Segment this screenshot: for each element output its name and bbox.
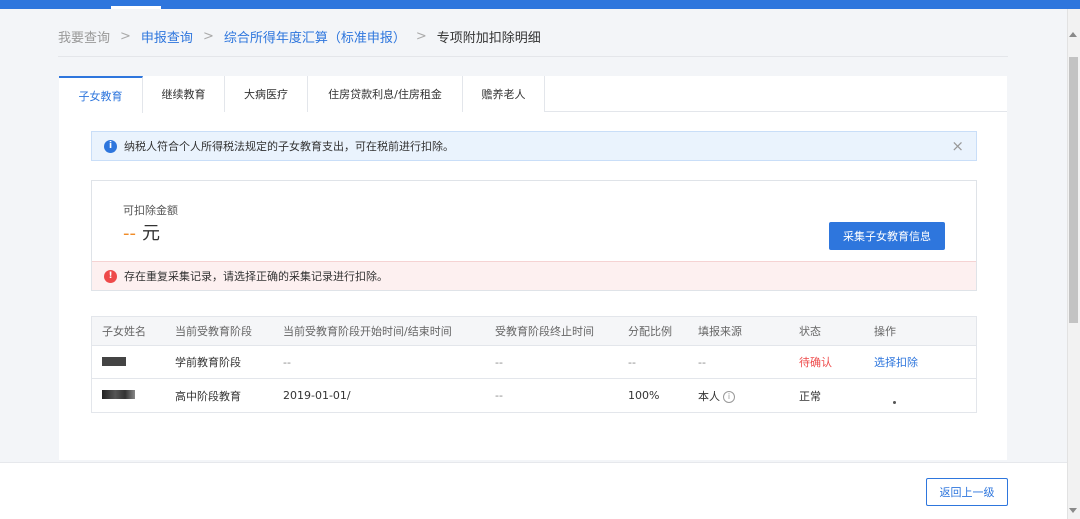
chevron-right-icon: >: [415, 28, 427, 44]
breadcrumb-item-declaration-query[interactable]: 申报查询: [141, 27, 193, 46]
breadcrumb: 我要查询 > 申报查询 > 综合所得年度汇算（标准申报） > 专项附加扣除明细: [58, 26, 541, 46]
scroll-down-arrow-icon[interactable]: [1069, 508, 1077, 513]
collect-child-education-button[interactable]: 采集子女教育信息: [829, 222, 945, 250]
col-source: 填报来源: [698, 325, 742, 338]
stage-period: --: [283, 355, 291, 369]
breadcrumb-divider: [58, 56, 1008, 57]
breadcrumb-item-annual-settlement[interactable]: 综合所得年度汇算（标准申报）: [224, 27, 406, 46]
top-nav-bar: [0, 0, 1080, 9]
col-stage-end: 受教育阶段终止时间: [495, 325, 594, 338]
scroll-up-arrow-icon[interactable]: [1069, 32, 1077, 37]
tab-child-education[interactable]: 子女教育: [59, 76, 143, 113]
tab-continuing-education[interactable]: 继续教育: [143, 76, 225, 112]
current-stage: 高中阶段教育: [175, 389, 241, 403]
deductible-amount-panel: 可扣除金额 -- 元 采集子女教育信息 ! 存在重复采集记录，请选择正确的采集记录…: [91, 180, 977, 291]
status-badge: 正常: [799, 389, 821, 403]
col-status: 状态: [799, 325, 821, 338]
deduction-detail-card: 子女教育 继续教育 大病医疗 住房贷款利息/住房租金 赡养老人 i 纳税人符合个…: [59, 76, 1007, 460]
active-nav-indicator: [111, 6, 161, 9]
table-row: 学前教育阶段 -- -- -- -- 待确认 选择扣除: [92, 346, 976, 379]
status-badge: 待确认: [799, 356, 832, 369]
col-stage-period: 当前受教育阶段开始时间/结束时间: [283, 325, 452, 338]
col-child-name: 子女姓名: [102, 325, 146, 338]
col-current-stage: 当前受教育阶段: [175, 325, 252, 338]
breadcrumb-item-current: 专项附加扣除明细: [436, 30, 541, 46]
deduction-tabs: 子女教育 继续教育 大病医疗 住房贷款利息/住房租金 赡养老人: [59, 76, 1007, 113]
table-header: 子女姓名 当前受教育阶段 当前受教育阶段开始时间/结束时间 受教育阶段终止时间 …: [92, 317, 976, 346]
stage-end: --: [495, 355, 503, 369]
source: 本人 i: [698, 388, 735, 404]
info-notice-text: 纳税人符合个人所得税法规定的子女教育支出，可在税前进行扣除。: [124, 140, 454, 153]
tab-elderly-support[interactable]: 赡养老人: [463, 76, 545, 112]
deductible-amount-value: -- 元: [123, 219, 160, 245]
source: --: [698, 355, 706, 369]
stage-end: --: [495, 389, 503, 402]
select-deduction-link[interactable]: 选择扣除: [874, 354, 918, 370]
table-row: 高中阶段教育 2019-01-01/ -- 100% 本人 i 正常: [92, 379, 976, 412]
page-footer: 返回上一级: [0, 462, 1067, 519]
warning-text: 存在重复采集记录，请选择正确的采集记录进行扣除。: [124, 270, 388, 283]
vertical-scrollbar[interactable]: [1067, 9, 1080, 519]
duplicate-warning: ! 存在重复采集记录，请选择正确的采集记录进行扣除。: [92, 261, 976, 290]
info-icon: i: [104, 139, 117, 153]
info-circle-icon[interactable]: i: [723, 390, 735, 403]
amount-number: --: [123, 223, 136, 244]
breadcrumb-item-query[interactable]: 我要查询: [58, 27, 110, 46]
chevron-right-icon: >: [120, 28, 131, 44]
source-label: 本人: [698, 389, 720, 403]
col-ratio: 分配比例: [628, 325, 672, 338]
close-icon[interactable]: ×: [951, 138, 964, 154]
amount-unit: 元: [142, 223, 160, 244]
child-name-redacted: [102, 356, 126, 369]
tab-serious-illness[interactable]: 大病医疗: [225, 76, 308, 112]
stage-period: 2019-01-01/: [283, 389, 351, 402]
info-notice: i 纳税人符合个人所得税法规定的子女教育支出，可在税前进行扣除。 ×: [91, 131, 977, 161]
col-action: 操作: [874, 325, 896, 338]
scrollbar-thumb[interactable]: [1069, 57, 1078, 323]
back-button[interactable]: 返回上一级: [926, 478, 1008, 506]
warning-icon: !: [104, 269, 117, 283]
tab-housing-loan-rent[interactable]: 住房贷款利息/住房租金: [308, 76, 463, 112]
ratio: 100%: [628, 389, 660, 402]
child-name-redacted: [102, 389, 135, 402]
ratio: --: [628, 355, 636, 369]
chevron-right-icon: >: [202, 28, 214, 44]
child-education-table: 子女姓名 当前受教育阶段 当前受教育阶段开始时间/结束时间 受教育阶段终止时间 …: [91, 316, 977, 413]
action-dot-icon: [893, 401, 896, 404]
deductible-amount-label: 可扣除金额: [123, 204, 178, 217]
current-stage: 学前教育阶段: [175, 356, 241, 369]
